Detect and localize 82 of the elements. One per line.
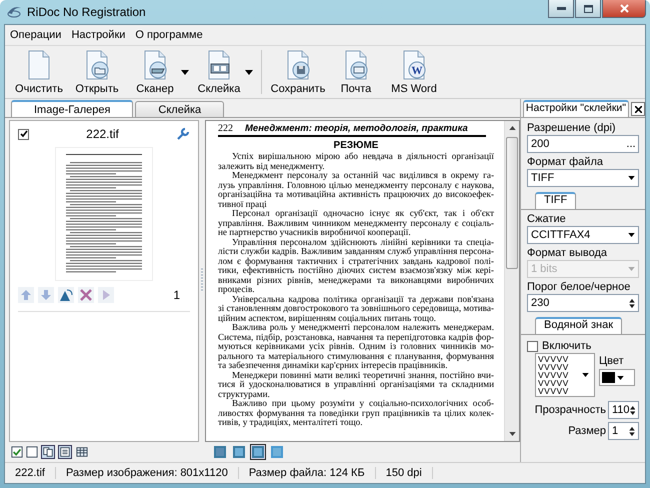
document-heading: РЕЗЮМЕ bbox=[334, 140, 378, 150]
app-logo-icon bbox=[6, 5, 22, 19]
spinner-arrows-icon[interactable] bbox=[629, 298, 635, 308]
grid-icon[interactable] bbox=[75, 445, 89, 459]
document-paragraph: Персонал організації одночасно існує як суб'єкт, так і об'єкт управління. Важливим чинником менеджменту персоналу є соціаль- не партнерство учасників виробничої кооперації. bbox=[218, 209, 494, 238]
wrench-icon[interactable] bbox=[176, 127, 190, 141]
compression-dropdown[interactable]: CCITTFAX4 bbox=[527, 226, 639, 244]
list-page-icon[interactable] bbox=[58, 445, 72, 459]
toolbar-button[interactable]: Очистить bbox=[11, 49, 67, 95]
document-paragraph: Успіх вирішальною мірою або невдача в діяльності організації залежить від менеджменту. bbox=[218, 152, 494, 171]
pages-icon[interactable] bbox=[41, 445, 55, 459]
status-text: Размер изображения: 801x1120 bbox=[56, 467, 239, 479]
field-label: Размер bbox=[568, 425, 606, 437]
page-thumbnail[interactable] bbox=[55, 147, 153, 281]
browse-button[interactable]: ... bbox=[624, 138, 638, 150]
field-label: Формат вывода bbox=[527, 247, 608, 259]
document-paragraph: Менеджери повинні мати великі теоретичні знання, постійно вчи- тися й удосконалюватися в управлінні організаціями та складними структурами. bbox=[218, 370, 494, 399]
checkbox[interactable] bbox=[18, 128, 29, 140]
document-paragraph: Менеджмент персоналу за останній час виділився в окрему га- лузь управління. Головною цілью менеджменту персоналу є наукова, організаційна та мотиваційна активність працюючих до високоефек- тивної праці bbox=[218, 171, 494, 209]
caret-icon[interactable] bbox=[245, 70, 253, 74]
maximize-icon bbox=[584, 4, 592, 12]
toolbar-button[interactable]: Почта bbox=[328, 49, 384, 95]
menu-item[interactable]: Операции bbox=[9, 28, 62, 42]
toolbar-button[interactable]: Склейка bbox=[191, 49, 247, 95]
document-paragraph: Важлива роль у менеджменті персоналом належить менеджерам. Система, підбір, розстановка, навчання та перепідготовка кадрів фор- муються керівниками усіх рівнів. Одним із головних чинників мо- рального та матеріального стимулювання є планування, формування та забезпечення динаміки кар'єрних інтересів працівників. bbox=[218, 323, 494, 370]
close-icon bbox=[634, 106, 642, 112]
document-paragraph: Управління персоналом здійснюють лінійні керівники та спеціа- лісти служби кадрів. Важливим завданням служб управління персона- лом є формування тактичних і стратегічних завдань кадрової полі- тики, ефективність постійно діючих систем взаємозв'язку між кері- вниками різних рівнів, менеджерами та виконавцями виробничих процесів. bbox=[218, 238, 494, 294]
window-title: RiDoc No Registration bbox=[27, 5, 146, 19]
settings-tab[interactable]: Настройки "склейки" bbox=[522, 100, 629, 117]
pattern-dropdown[interactable]: VVVVV VVVVV VVVVV VVVVV VVVVV bbox=[535, 353, 595, 397]
page-count: 1 bbox=[173, 288, 180, 302]
uncheck-all-icon[interactable] bbox=[26, 446, 38, 458]
toolbar-button[interactable]: Сохранить bbox=[270, 49, 326, 95]
color-picker[interactable] bbox=[599, 369, 635, 386]
document-paragraph: Універсальна кадрова політика організації та держави пов'язана зі становленням довгострокового та зовнішнього середовища, мотива- ційним аспектом, вирішенням соціальних питань тощо. bbox=[218, 294, 494, 323]
enable-checkbox[interactable]: Включить bbox=[527, 340, 639, 352]
dropdown-arrow-icon[interactable] bbox=[628, 176, 635, 180]
toolbar-button[interactable]: Сканер bbox=[127, 49, 183, 95]
tab[interactable]: Склейка bbox=[135, 101, 224, 117]
document-paragraph: Важливо при цьому розуміти у соціально-психологічних особ- ливостях формування та поведінки груп працівників та цілих колек- тивів, у традиціях, менталітеті тощо. bbox=[218, 399, 494, 428]
toolbar-button[interactable]: W MS Word bbox=[386, 49, 442, 95]
menu-item[interactable]: О программе bbox=[134, 28, 204, 42]
rotate-icon[interactable] bbox=[58, 287, 74, 303]
view-mode-icon[interactable] bbox=[250, 444, 266, 460]
close-icon bbox=[620, 4, 628, 13]
field-label: Сжатие bbox=[527, 213, 567, 225]
opacity-spinner[interactable]: 110 bbox=[608, 401, 639, 419]
field-label: Цвет bbox=[599, 355, 625, 367]
file-name: 222.tif bbox=[86, 127, 119, 141]
status-text: 222.tif bbox=[5, 467, 56, 479]
spinner-arrows-icon[interactable] bbox=[629, 426, 635, 436]
field-label: Порог белое/черное bbox=[527, 281, 632, 293]
format-dropdown[interactable]: TIFF bbox=[527, 169, 639, 187]
status-text: Размер файла: 124 КБ bbox=[238, 467, 376, 479]
running-head: Менеджмент: теорія, методологія, практика bbox=[245, 124, 468, 134]
tab[interactable]: Image-Галерея bbox=[11, 100, 134, 117]
spinner-arrows-icon[interactable] bbox=[630, 404, 635, 416]
maximize-button[interactable] bbox=[575, 0, 601, 18]
resolution-field[interactable]: 200 ... bbox=[527, 135, 639, 153]
check-all-icon[interactable] bbox=[11, 446, 23, 458]
caret-icon[interactable] bbox=[181, 70, 189, 74]
toolbar-button[interactable]: Открыть bbox=[69, 49, 125, 95]
menu-item[interactable]: Настройки bbox=[70, 28, 126, 42]
close-button[interactable] bbox=[631, 102, 645, 116]
subtab[interactable]: Водяной знак bbox=[535, 317, 622, 334]
scrollbar[interactable] bbox=[504, 121, 519, 441]
minimize-icon bbox=[556, 7, 566, 10]
minimize-button[interactable] bbox=[548, 0, 574, 18]
field-label: Разрешение (dpi) bbox=[527, 122, 617, 134]
status-text: 150 dpi bbox=[376, 467, 433, 479]
dropdown-arrow-icon[interactable] bbox=[582, 373, 589, 377]
delete-icon[interactable] bbox=[78, 287, 94, 303]
threshold-spinner[interactable]: 230 bbox=[527, 294, 639, 312]
dropdown-arrow-icon[interactable] bbox=[628, 233, 635, 237]
field-label: Прозрачность bbox=[534, 404, 606, 416]
size-spinner[interactable]: 1 bbox=[608, 422, 639, 440]
page-number: 222 bbox=[218, 124, 233, 134]
field-label: Формат файла bbox=[527, 156, 604, 168]
scroll-up-icon[interactable] bbox=[508, 126, 516, 130]
scroll-down-icon[interactable] bbox=[508, 432, 516, 436]
dropdown-arrow-icon[interactable] bbox=[617, 376, 624, 380]
subtab[interactable]: TIFF bbox=[535, 192, 576, 209]
